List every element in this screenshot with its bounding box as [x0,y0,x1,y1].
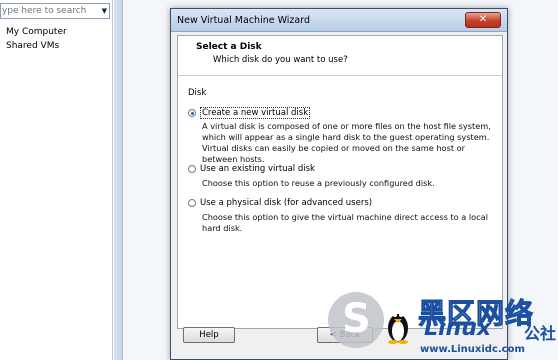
close-button[interactable]: ✕ [465,12,501,28]
chevron-down-icon[interactable]: ▼ [102,7,107,15]
close-icon: ✕ [478,14,488,25]
disk-options-group: Create a new virtual disk A virtual disk… [184,100,494,260]
option-use-physical-disk-description: Choose this option to give the virtual m… [202,212,488,233]
library-item-my-computer[interactable]: My Computer [6,27,67,37]
library-search-box[interactable]: ▼ [0,3,110,19]
page-title: Select a Disk [196,42,262,52]
page-subtitle: Which disk do you want to use? [213,55,348,65]
radio-use-physical-disk[interactable] [188,199,196,207]
watermark-logo-letter: S [342,296,371,342]
watermark: S 黑区网络 Linux 公社 www.Linuxidc.com [328,292,558,360]
disk-group-label: Disk [188,88,207,98]
help-button[interactable]: Help [183,327,235,343]
option-create-new-disk-label[interactable]: Create a new virtual disk [200,107,311,119]
radio-create-new-disk[interactable] [188,109,196,117]
tux-penguin-icon [388,313,408,344]
watermark-she: 公社 [524,324,557,343]
radio-use-existing-disk[interactable] [188,165,196,173]
watermark-brand: Linux [424,316,492,341]
header-divider [178,75,502,76]
library-panel: ▼ My Computer Shared VMs [0,0,113,360]
library-search-input[interactable] [2,5,94,17]
option-create-new-disk[interactable]: Create a new virtual disk [188,107,311,119]
option-use-existing-disk-description: Choose this option to reuse a previously… [202,178,435,188]
option-use-physical-disk[interactable]: Use a physical disk (for advanced users) [188,198,372,208]
option-use-physical-disk-label[interactable]: Use a physical disk (for advanced users) [200,198,372,208]
watermark-url: www.Linuxidc.com [420,344,525,355]
library-item-shared-vms[interactable]: Shared VMs [6,41,59,51]
option-create-new-disk-description: A virtual disk is composed of one or mor… [202,121,491,164]
option-use-existing-disk[interactable]: Use an existing virtual disk [188,164,315,174]
wizard-content: Select a Disk Which disk do you want to … [177,35,503,329]
dialog-titlebar[interactable]: New Virtual Machine Wizard ✕ [171,9,507,32]
option-use-existing-disk-label[interactable]: Use an existing virtual disk [200,164,315,174]
splitter[interactable] [114,0,123,360]
dialog-title: New Virtual Machine Wizard [177,15,310,26]
